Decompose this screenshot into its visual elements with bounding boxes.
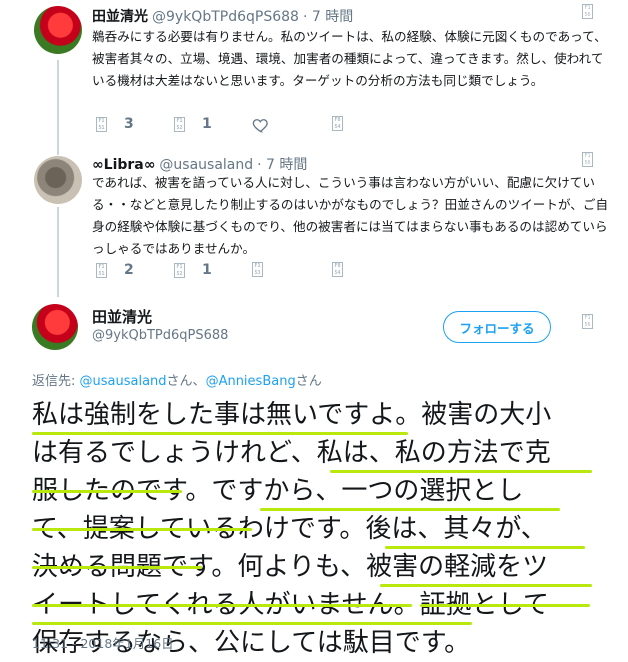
- follow-button[interactable]: フォローする: [443, 311, 551, 343]
- retweet-count: 1: [202, 262, 212, 278]
- main-author-handle[interactable]: @9ykQbTPd6qPS688: [92, 328, 228, 343]
- author-handle[interactable]: @9ykQbTPd6qPS688: [152, 9, 299, 25]
- author-name[interactable]: 田並清光: [92, 9, 148, 25]
- avatar[interactable]: [34, 6, 82, 54]
- retweet-icon: F1 52: [174, 116, 185, 132]
- main-text-line: は有るでしょうけれど、私は、私の方法で克: [32, 438, 551, 468]
- highlight-underline: [32, 622, 472, 625]
- tweet-author[interactable]: ∞Libra∞ @usausaland · 7 時間: [92, 154, 307, 174]
- highlight-underline: [330, 470, 592, 473]
- reply-icon: F1 51: [96, 116, 107, 132]
- highlight-underline: [260, 508, 560, 511]
- highlight-underline: [32, 490, 182, 493]
- retweet-button[interactable]: F1 52 1: [174, 116, 212, 132]
- dm-icon: F0 54: [332, 262, 343, 277]
- avatar[interactable]: [34, 156, 82, 204]
- reply-icon: F1 51: [96, 262, 107, 278]
- tweet-time[interactable]: · 7 時間: [303, 9, 353, 25]
- reply-suffix: さん: [295, 374, 322, 389]
- tweet-2[interactable]: ∞Libra∞ @usausaland · 7 時間 F1 56 であれば、被害を語っ…: [0, 150, 628, 295]
- more-icon[interactable]: F1 56: [582, 314, 593, 329]
- retweet-button[interactable]: F1 52 1: [174, 262, 212, 278]
- main-avatar[interactable]: [32, 304, 78, 350]
- highlight-underline: [32, 604, 412, 607]
- reply-count: 2: [124, 262, 134, 278]
- reply-button[interactable]: F1 51 2: [96, 262, 134, 278]
- main-text-line: 私は強制をした事は無いですよ。被害の大小: [32, 400, 552, 430]
- heart-icon: [252, 119, 268, 133]
- retweet-count: 1: [202, 116, 212, 132]
- like-button[interactable]: F1 53: [252, 262, 263, 277]
- highlight-underline: [32, 528, 252, 531]
- tweet-1[interactable]: 田並清光 @9ykQbTPd6qPS688 · 7 時間 F1 56 鵜呑みにする必要…: [0, 0, 628, 150]
- retweet-icon: F1 52: [174, 262, 185, 278]
- highlight-underline: [32, 432, 408, 435]
- reply-prefix: 返信先:: [32, 374, 80, 389]
- tweet-text: であれば、被害を語っている人に対し、こういう事は言わない方がいい、配慮に欠けてい…: [92, 175, 609, 256]
- tweet-text: 鵜呑みにする必要は有りません。私のツイートは、私の経験、体験に元図くものであって…: [92, 29, 607, 88]
- reply-user-link[interactable]: @usausaland: [80, 374, 167, 389]
- reply-to: 返信先: @usausalandさん、@AnniesBangさん: [32, 370, 322, 389]
- more-icon[interactable]: F1 56: [582, 152, 593, 167]
- like-button[interactable]: [252, 116, 270, 134]
- author-name[interactable]: ∞Libra∞: [92, 157, 155, 173]
- highlight-underline: [380, 584, 592, 587]
- reply-button[interactable]: F1 51 3: [96, 116, 134, 132]
- dm-button[interactable]: F0 54: [332, 262, 343, 277]
- tweet-timestamp[interactable]: 11:31 - 2018年1月16日: [32, 633, 174, 652]
- author-handle[interactable]: @usausaland: [159, 157, 253, 173]
- tweet-actions: F1 51 2 F1 52 1 F1 53 F0 54: [92, 262, 392, 286]
- dm-icon: F0 54: [332, 116, 343, 131]
- main-author-name[interactable]: 田並清光: [92, 306, 152, 327]
- heart-icon: F1 53: [252, 262, 263, 277]
- tweet-author[interactable]: 田並清光 @9ykQbTPd6qPS688 · 7 時間: [92, 6, 353, 26]
- tweet-actions: F1 51 3 F1 52 1 F0 54: [92, 116, 392, 140]
- dm-button[interactable]: F0 54: [332, 116, 343, 131]
- highlight-underline: [385, 546, 585, 549]
- highlight-underline: [32, 566, 202, 569]
- reply-count: 3: [124, 116, 134, 132]
- more-icon[interactable]: F1 56: [582, 4, 593, 19]
- reply-user-link[interactable]: @AnniesBang: [206, 374, 296, 389]
- reply-separator: さん、: [166, 374, 206, 389]
- tweet-time[interactable]: · 7 時間: [257, 157, 307, 173]
- highlight-underline: [420, 604, 590, 607]
